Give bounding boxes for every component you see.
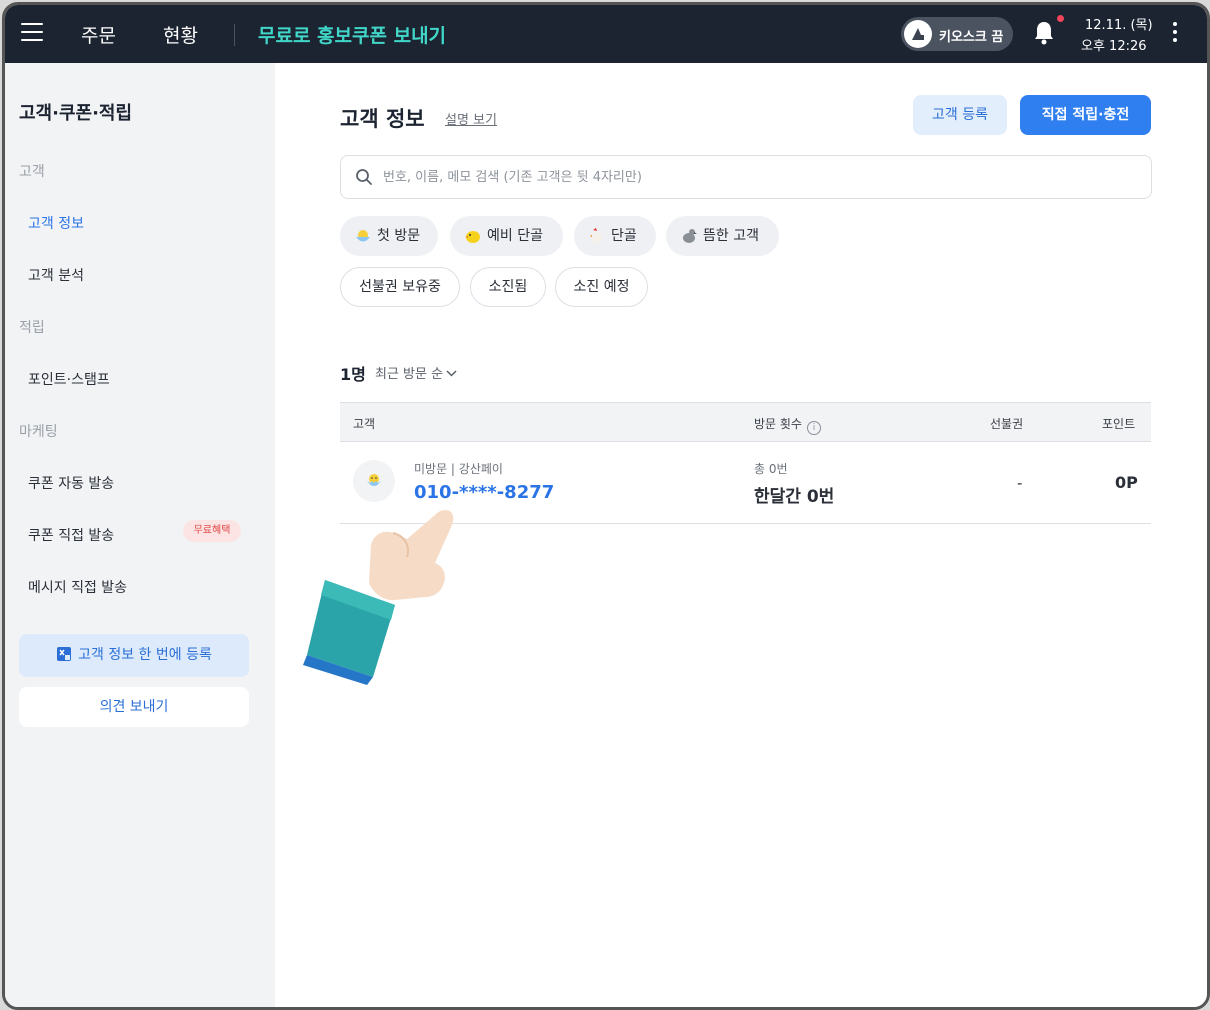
search-box — [340, 155, 1152, 199]
direct-earn-charge-button[interactable]: 직접 적립·충전 — [1020, 95, 1151, 135]
filter-chip-prepaid-holding[interactable]: 선불권 보유중 — [340, 267, 460, 307]
filter-chip-exhausted[interactable]: 소진됨 — [470, 267, 546, 307]
page-title: 고객 정보 — [340, 107, 425, 131]
notification-dot — [1057, 15, 1064, 22]
kiosk-label: 키오스크 끔 — [939, 30, 1004, 45]
filter-chip-label: 예비 단골 — [487, 228, 543, 244]
filter-chip-label: 단골 — [611, 228, 637, 244]
add-customer-button[interactable]: 고객 등록 — [913, 95, 1007, 135]
column-header-visits-label: 방문 횟수 — [754, 417, 802, 431]
chevron-down-icon — [446, 370, 457, 377]
sidebar-item-coupon-direct[interactable]: 쿠폰 직접 발송 — [28, 525, 114, 545]
sidebar-section-marketing: 마케팅 — [19, 424, 58, 440]
hatching-chick-icon — [356, 230, 370, 242]
column-header-visits: 방문 횟수 i — [754, 415, 821, 435]
kiosk-toggle[interactable]: 키오스크 끔 — [901, 17, 1013, 51]
current-time: 오후 12:26 — [1081, 39, 1147, 54]
top-bar: 주문 현황 무료로 홍보쿠폰 보내기 키오스크 끔 12.11. (목) 오후 … — [5, 5, 1207, 63]
prepaid-value: - — [1017, 474, 1023, 492]
sidebar-item-coupon-auto[interactable]: 쿠폰 자동 발송 — [28, 473, 114, 493]
chick-icon — [465, 231, 480, 243]
customer-count: 1명 — [340, 365, 366, 384]
column-header-customer: 고객 — [353, 417, 376, 431]
sidebar-item-customer-analysis[interactable]: 고객 분석 — [28, 265, 84, 285]
nav-status[interactable]: 현황 — [163, 21, 198, 48]
kiosk-icon — [912, 28, 924, 40]
visit-month: 한달간 0번 — [754, 487, 835, 507]
sidebar-title: 고객·쿠폰·적립 — [19, 103, 133, 124]
free-benefit-badge: 무료혜택 — [183, 520, 241, 542]
column-header-points: 포인트 — [1102, 417, 1136, 431]
hamburger-menu-icon[interactable] — [21, 23, 43, 41]
visit-total: 총 0번 — [754, 462, 788, 476]
pointing-hand-icon — [303, 510, 454, 685]
filter-chip-label: 첫 방문 — [377, 228, 421, 244]
sidebar-item-message-direct[interactable]: 메시지 직접 발송 — [28, 577, 127, 597]
app-window: 주문 현황 무료로 홍보쿠폰 보내기 키오스크 끔 12.11. (목) 오후 … — [2, 2, 1210, 1010]
sidebar-section-points: 적립 — [19, 320, 45, 336]
avatar — [353, 460, 395, 502]
customer-status: 미방문 | 강산페이 — [414, 462, 503, 476]
sidebar-section-customer: 고객 — [19, 164, 45, 180]
rooster-icon — [590, 228, 602, 244]
feedback-button[interactable]: 의견 보내기 — [19, 687, 249, 727]
hatching-chick-icon — [367, 474, 381, 486]
customer-phone[interactable]: 010-****-8277 — [414, 482, 554, 503]
filter-chip-regular[interactable]: 단골 — [574, 216, 656, 256]
more-options-icon[interactable] — [1173, 22, 1179, 46]
sidebar-item-point-stamp[interactable]: 포인트·스탬프 — [28, 369, 110, 389]
points-value: 0P — [1115, 473, 1138, 492]
excel-upload-icon — [57, 647, 72, 661]
bulk-register-label: 고객 정보 한 번에 등록 — [78, 647, 212, 663]
sidebar: 고객·쿠폰·적립 고객 고객 정보 고객 분석 적립 포인트·스탬프 마케팅 쿠… — [5, 63, 275, 1007]
nav-orders[interactable]: 주문 — [81, 21, 116, 48]
sidebar-item-customer-info[interactable]: 고객 정보 — [28, 213, 84, 233]
nav-divider — [234, 24, 235, 46]
current-date: 12.11. (목) — [1085, 18, 1153, 33]
sort-label: 최근 방문 순 — [375, 367, 444, 382]
search-input[interactable] — [381, 156, 1145, 198]
notification-bell-icon[interactable] — [1033, 20, 1055, 46]
table-header: 고객 방문 횟수 i 선불권 포인트 — [340, 402, 1151, 442]
kiosk-toggle-knob — [904, 20, 932, 48]
help-link[interactable]: 설명 보기 — [445, 109, 497, 128]
filter-chip-first-visit[interactable]: 첫 방문 — [340, 216, 438, 256]
bulk-register-button[interactable]: 고객 정보 한 번에 등록 — [19, 634, 249, 677]
filter-chip-label: 뜸한 고객 — [703, 228, 759, 244]
filter-chip-potential-regular[interactable]: 예비 단골 — [450, 216, 563, 256]
sort-dropdown[interactable]: 최근 방문 순 — [375, 363, 457, 382]
column-header-prepaid: 선불권 — [990, 417, 1024, 431]
filter-chip-infrequent[interactable]: 뜸한 고객 — [666, 216, 779, 256]
info-icon[interactable]: i — [806, 421, 821, 435]
search-icon — [356, 169, 372, 185]
promo-coupon-link[interactable]: 무료로 홍보쿠폰 보내기 — [258, 21, 446, 48]
filter-chip-expiring[interactable]: 소진 예정 — [555, 267, 648, 307]
dodo-bird-icon — [683, 229, 697, 243]
